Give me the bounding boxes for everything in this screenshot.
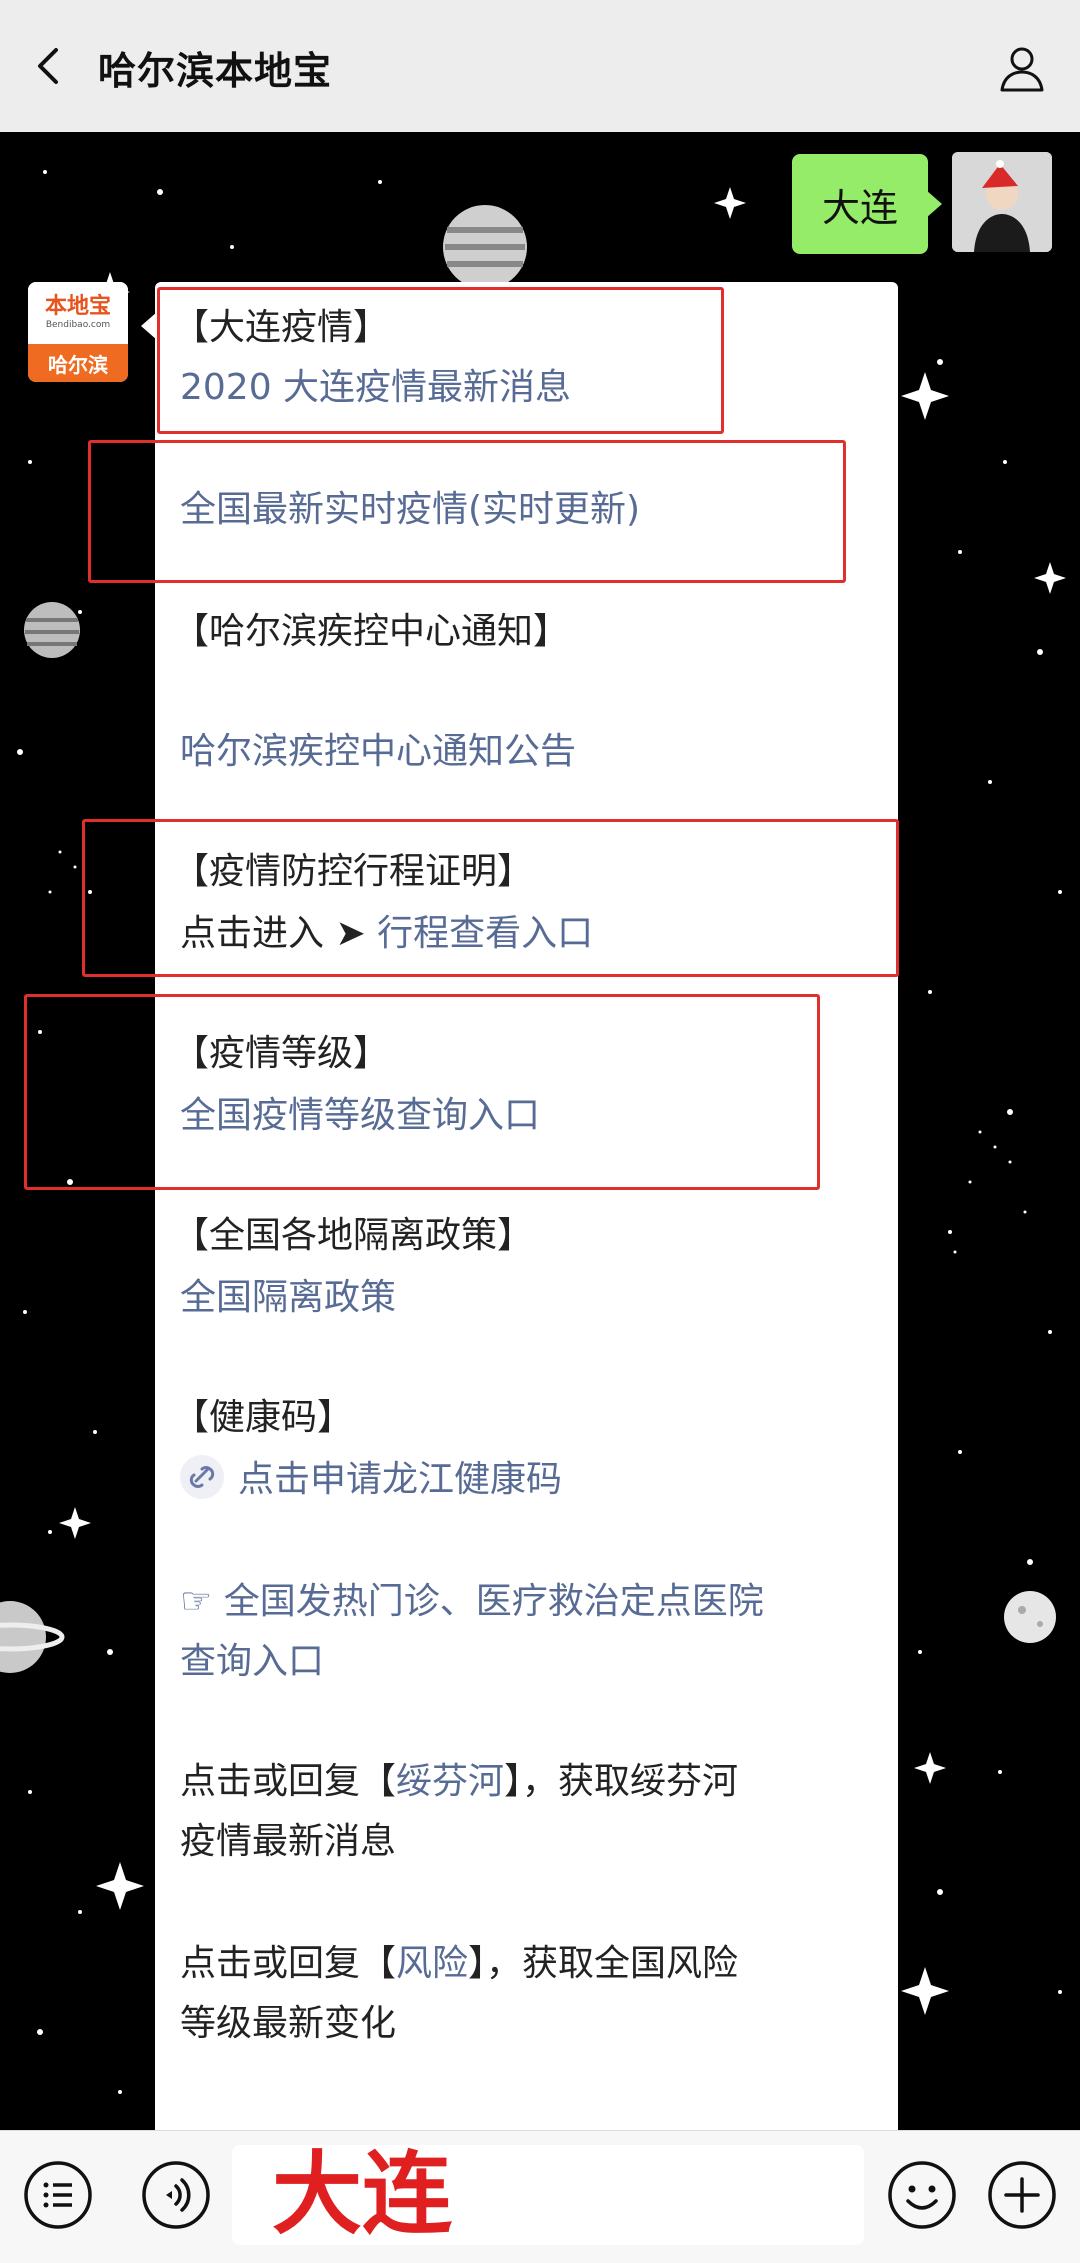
suifenhe-line: 点击或回复【绥芬河】，获取绥芬河 — [180, 1758, 738, 1806]
top-bar: 哈尔滨本地宝 — [0, 0, 1080, 132]
section-title: 【健康码】 — [173, 1397, 354, 1438]
suifenhe-post: 】，获取绥芬河 — [504, 1761, 739, 1802]
fever-clinic-link[interactable]: ☞ 全国发热门诊、医疗救治定点医院 — [180, 1578, 764, 1626]
bottom-input-bar: 大连 — [0, 2130, 1080, 2263]
harbin-cdc-notice-link[interactable]: 哈尔滨疾控中心通知公告 — [180, 728, 576, 776]
risk-pre: 点击或回复【 — [180, 1943, 397, 1984]
message-input-value: 大连 — [272, 2142, 452, 2247]
highlight-box — [88, 440, 846, 583]
bot-avatar-domain: Bendibao.com — [45, 320, 111, 330]
quarantine-policy-link[interactable]: 全国隔离政策 — [180, 1274, 396, 1322]
suifenhe-keyword-link[interactable]: 绥芬河 — [396, 1761, 504, 1802]
page-title: 哈尔滨本地宝 — [98, 49, 333, 93]
health-code-link[interactable]: 点击申请龙江健康码 — [238, 1459, 562, 1500]
chat-area[interactable]: 大连 本地宝 Bendibao.com 哈尔滨 【大连疫情】 2020 大连疫情… — [0, 132, 1080, 2130]
self-message-bubble[interactable]: 大连 — [791, 154, 943, 254]
highlight-box — [157, 287, 724, 434]
risk-keyword-link[interactable]: 风险 — [396, 1943, 468, 1984]
section-title: 【全国各地隔离政策】 — [173, 1215, 534, 1256]
highlight-box — [82, 819, 899, 977]
bot-avatar-logo: 本地宝 Bendibao.com — [28, 282, 128, 344]
menu-icon[interactable] — [22, 2159, 94, 2231]
fever-clinic-link-line2[interactable]: 查询入口 — [180, 1638, 324, 1686]
health-code-line[interactable]: 点击申请龙江健康码 — [180, 1455, 562, 1504]
emoji-icon[interactable] — [886, 2159, 958, 2231]
back-icon[interactable] — [30, 46, 70, 86]
plus-icon[interactable] — [986, 2159, 1058, 2231]
section-title: 【哈尔滨疾控中心通知】 — [173, 611, 570, 652]
suifenhe-pre: 点击或回复【 — [180, 1761, 397, 1802]
link-chain-icon — [180, 1455, 224, 1499]
bot-avatar-brand: 本地宝 — [44, 294, 111, 319]
risk-post: 】，获取全国风险 — [468, 1943, 739, 1984]
bot-avatar-city: 哈尔滨 — [28, 344, 128, 382]
voice-icon[interactable] — [140, 2159, 212, 2231]
risk-line: 点击或回复【风险】，获取全国风险 — [180, 1940, 738, 1988]
message-input[interactable]: 大连 — [232, 2145, 864, 2245]
highlight-box — [24, 994, 820, 1190]
self-avatar[interactable] — [952, 152, 1052, 252]
self-avatar-image — [952, 152, 1052, 252]
suifenhe-line2: 疫情最新消息 — [180, 1821, 397, 1862]
bot-avatar[interactable]: 本地宝 Bendibao.com 哈尔滨 — [28, 282, 128, 382]
risk-line2: 等级最新变化 — [180, 2003, 397, 2044]
user-icon[interactable] — [998, 44, 1046, 92]
